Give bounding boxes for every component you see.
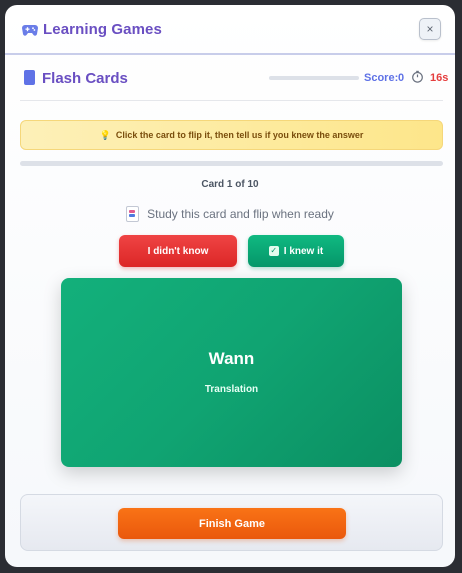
modal-title: Learning Games [43, 21, 162, 38]
cards-icon [126, 206, 140, 222]
book-icon [24, 70, 35, 85]
gamepad-icon [22, 25, 38, 36]
didnt-know-label: I didn't know [147, 245, 209, 257]
study-instruction: Study this card and flip when ready [5, 206, 455, 222]
timer-value: 16s [430, 72, 449, 84]
modal-footer: Finish Game [20, 494, 443, 551]
score-label: Score: [364, 72, 399, 84]
finish-game-button[interactable]: Finish Game [118, 508, 346, 539]
lightbulb-icon: 💡 [99, 129, 111, 140]
modal-header: Learning Games × [5, 5, 455, 55]
stopwatch-icon [412, 70, 423, 83]
hint-banner: 💡 Click the card to flip it, then tell u… [20, 120, 443, 150]
card-subtitle: Translation [204, 384, 259, 395]
card-progress-bar [20, 161, 443, 166]
hint-text: Click the card to flip it, then tell us … [115, 130, 364, 140]
learning-games-modal: Learning Games × Flash Cards Score: 0 16… [5, 5, 455, 567]
didnt-know-button[interactable]: I didn't know [119, 235, 237, 267]
check-icon: ✓ [268, 246, 279, 256]
card-counter: Card 1 of 10 [201, 179, 259, 190]
study-text: Study this card and flip when ready [147, 207, 334, 221]
score-value: 0 [398, 72, 405, 84]
score-progress-bar [269, 76, 359, 80]
flash-card[interactable]: Wann Translation [61, 278, 402, 467]
game-title: Flash Cards [42, 70, 128, 87]
close-button[interactable]: × [419, 18, 441, 40]
knew-it-label: I knew it [283, 245, 324, 257]
game-header: Flash Cards Score: 0 16s [20, 63, 448, 101]
knew-it-button[interactable]: ✓ I knew it [248, 235, 344, 267]
card-word: Wann [208, 349, 255, 368]
